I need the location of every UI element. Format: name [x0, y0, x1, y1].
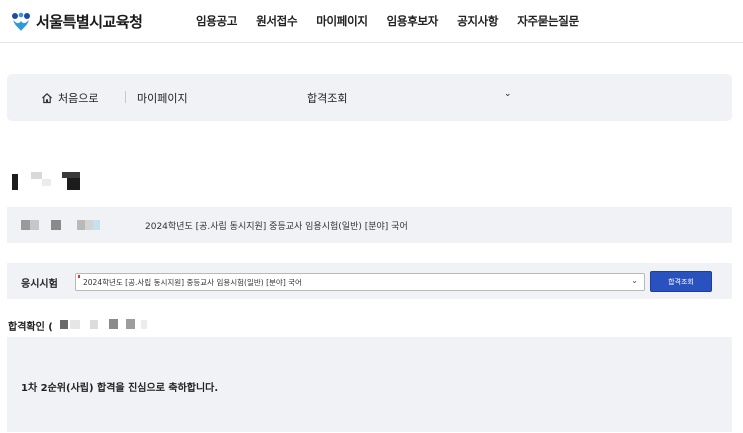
home-icon — [42, 92, 52, 104]
exam-info-title: 2024학년도 [공.사립 동시지원] 중등교사 임용시험(일반) [분야] 국… — [145, 222, 408, 232]
nav-item-application[interactable]: 원서접수 — [256, 13, 297, 29]
education-office-logo-icon — [12, 12, 30, 31]
exam-select-row: 응시시험 2024학년도 [공.사립 동시지원] 중등교사 임용시험(일반) [… — [7, 263, 732, 299]
main-nav: 임용공고 원서접수 마이페이지 임용후보자 공지사항 자주묻는질문 — [196, 13, 598, 29]
breadcrumb-home-label: 처음으로 — [58, 92, 99, 105]
chevron-down-icon[interactable]: ⌄ — [504, 89, 512, 99]
logo-text: 서울특별시교육청 — [36, 12, 143, 31]
breadcrumb-divider — [125, 91, 126, 103]
breadcrumb: 처음으로 마이페이지 합격조회 ⌄ — [7, 74, 732, 121]
exam-info-row: 2024학년도 [공.사립 동시지원] 중등교사 임용시험(일반) [분야] 국… — [7, 207, 732, 243]
nav-item-notice-recruit[interactable]: 임용공고 — [196, 13, 237, 29]
required-mark — [78, 275, 80, 278]
breadcrumb-result-dropdown[interactable]: 합격조회 — [307, 90, 347, 106]
exam-select[interactable]: 2024학년도 [공.사립 동시지원] 중등교사 임용시험(일반) [분야] 국… — [75, 273, 645, 291]
result-title-label: 합격확인 ( — [8, 322, 53, 333]
site-logo[interactable]: 서울특별시교육청 — [10, 9, 143, 33]
nav-item-candidates[interactable]: 임용후보자 — [387, 13, 439, 29]
result-message-box: 1차 2순위(사립) 합격을 진심으로 축하합니다. — [7, 337, 732, 432]
result-search-button[interactable]: 합격조회 — [650, 271, 712, 292]
exam-select-label: 응시시험 — [21, 279, 58, 290]
nav-item-notices[interactable]: 공지사항 — [457, 13, 498, 29]
nav-item-faq[interactable]: 자주묻는질문 — [517, 13, 579, 29]
breadcrumb-home-link[interactable]: 처음으로 — [41, 90, 98, 106]
result-title: 합격확인 ( — [8, 318, 53, 333]
site-header: 서울특별시교육청 임용공고 원서접수 마이페이지 임용후보자 공지사항 자주묻는… — [0, 0, 743, 43]
result-message: 1차 2순위(사립) 합격을 진심으로 축하합니다. — [21, 383, 219, 394]
breadcrumb-mypage[interactable]: 마이페이지 — [137, 90, 188, 106]
nav-item-mypage[interactable]: 마이페이지 — [316, 13, 368, 29]
exam-select-value: 2024학년도 [공.사립 동시지원] 중등교사 임용시험(일반) [분야] 국… — [83, 278, 302, 287]
chevron-down-icon: ⌄ — [631, 276, 638, 285]
